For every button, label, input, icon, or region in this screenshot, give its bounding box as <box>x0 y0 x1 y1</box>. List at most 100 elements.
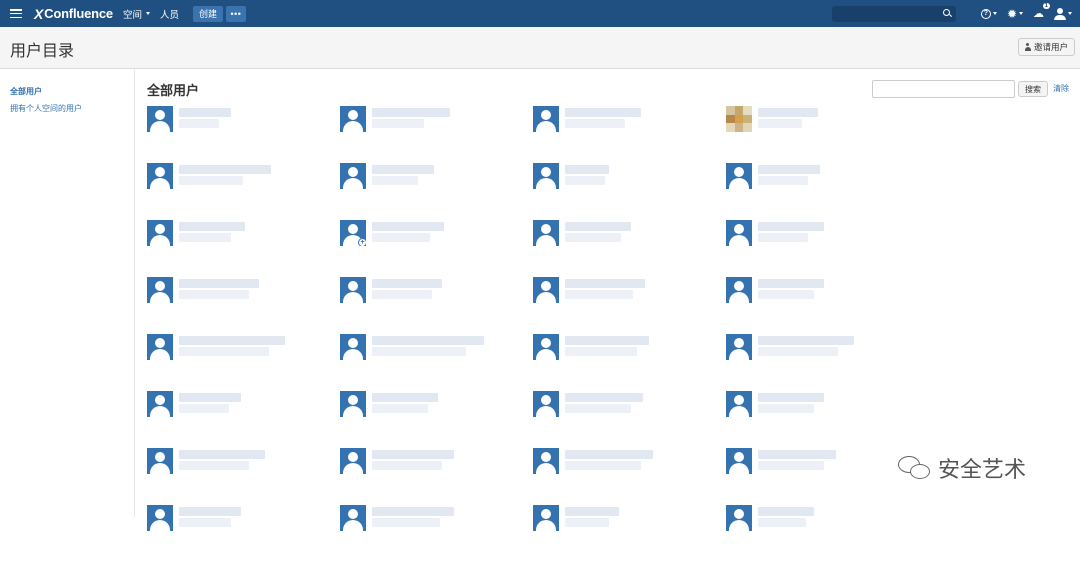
user-name-redacted[interactable] <box>565 165 609 174</box>
help-menu[interactable]: ? <box>980 8 997 19</box>
user-name-redacted[interactable] <box>565 393 643 402</box>
user-name-redacted[interactable] <box>758 507 814 516</box>
avatar[interactable] <box>340 391 366 417</box>
user-card[interactable] <box>340 391 533 448</box>
user-card[interactable] <box>340 448 533 505</box>
avatar[interactable] <box>147 277 173 303</box>
avatar[interactable] <box>147 505 173 531</box>
avatar[interactable] <box>147 448 173 474</box>
user-name-redacted[interactable] <box>179 450 265 459</box>
clear-link[interactable]: 清除 <box>1053 83 1069 94</box>
user-card[interactable] <box>533 106 726 163</box>
user-name-redacted[interactable] <box>372 393 438 402</box>
user-name-redacted[interactable] <box>372 108 450 117</box>
avatar[interactable] <box>147 391 173 417</box>
avatar[interactable] <box>340 163 366 189</box>
confluence-logo[interactable]: X Confluence <box>34 6 113 22</box>
avatar[interactable] <box>726 391 752 417</box>
user-card[interactable] <box>340 505 533 562</box>
sidebar-item-all-users[interactable]: 全部用户 <box>10 83 134 100</box>
user-name-redacted[interactable] <box>179 393 241 402</box>
user-name-redacted[interactable] <box>179 279 259 288</box>
avatar[interactable] <box>533 391 559 417</box>
avatar[interactable] <box>147 106 173 132</box>
user-card[interactable] <box>533 220 726 277</box>
user-name-redacted[interactable] <box>758 222 824 231</box>
invite-user-button[interactable]: 邀请用户 <box>1017 38 1075 56</box>
user-name-redacted[interactable] <box>179 507 241 516</box>
more-button[interactable]: ••• <box>225 5 246 22</box>
user-name-redacted[interactable] <box>372 507 454 516</box>
avatar[interactable] <box>726 505 752 531</box>
user-name-redacted[interactable] <box>372 165 434 174</box>
notifications-button[interactable]: ☁ 1 <box>1033 3 1050 20</box>
user-name-redacted[interactable] <box>758 165 820 174</box>
avatar[interactable] <box>726 163 752 189</box>
user-name-redacted[interactable] <box>565 222 631 231</box>
user-card[interactable] <box>533 391 726 448</box>
user-filter-input[interactable] <box>872 80 1015 98</box>
user-card[interactable] <box>726 448 919 505</box>
user-name-redacted[interactable] <box>565 450 653 459</box>
user-card[interactable] <box>340 106 533 163</box>
search-button[interactable]: 搜索 <box>1018 81 1048 97</box>
avatar[interactable] <box>340 448 366 474</box>
avatar[interactable] <box>533 505 559 531</box>
user-name-redacted[interactable] <box>758 393 824 402</box>
user-card[interactable] <box>147 391 340 448</box>
user-name-redacted[interactable] <box>372 222 444 231</box>
create-button[interactable]: 创建 <box>192 5 223 22</box>
avatar[interactable] <box>726 220 752 246</box>
user-card[interactable] <box>533 334 726 391</box>
user-card[interactable] <box>533 277 726 334</box>
user-card[interactable] <box>533 163 726 220</box>
user-card[interactable] <box>147 277 340 334</box>
user-name-redacted[interactable] <box>179 165 271 174</box>
user-name-redacted[interactable] <box>565 507 619 516</box>
avatar[interactable] <box>533 448 559 474</box>
avatar[interactable] <box>726 448 752 474</box>
avatar[interactable] <box>726 334 752 360</box>
user-card[interactable]: + <box>340 220 533 277</box>
sidebar-item-users-with-space[interactable]: 拥有个人空间的用户 <box>10 100 134 117</box>
user-name-redacted[interactable] <box>758 108 818 117</box>
user-card[interactable] <box>340 163 533 220</box>
avatar[interactable] <box>340 277 366 303</box>
avatar[interactable] <box>147 334 173 360</box>
user-name-redacted[interactable] <box>758 336 854 345</box>
user-card[interactable] <box>726 277 919 334</box>
settings-menu[interactable]: ✹ <box>1007 8 1023 20</box>
avatar[interactable] <box>726 277 752 303</box>
avatar[interactable] <box>533 163 559 189</box>
user-card[interactable] <box>726 163 919 220</box>
user-name-redacted[interactable] <box>758 279 824 288</box>
user-name-redacted[interactable] <box>372 279 442 288</box>
user-name-redacted[interactable] <box>179 222 245 231</box>
user-card[interactable] <box>726 334 919 391</box>
user-card[interactable] <box>533 448 726 505</box>
avatar[interactable] <box>726 106 752 132</box>
avatar[interactable]: + <box>340 220 366 246</box>
user-card[interactable] <box>726 505 919 562</box>
user-card[interactable] <box>340 277 533 334</box>
user-name-redacted[interactable] <box>565 279 645 288</box>
user-card[interactable] <box>726 220 919 277</box>
global-search-input[interactable] <box>832 6 956 22</box>
user-card[interactable] <box>147 106 340 163</box>
user-card[interactable] <box>147 163 340 220</box>
user-name-redacted[interactable] <box>565 108 641 117</box>
user-card[interactable] <box>147 334 340 391</box>
user-name-redacted[interactable] <box>179 108 231 117</box>
user-card[interactable] <box>147 505 340 562</box>
user-name-redacted[interactable] <box>372 450 454 459</box>
user-name-redacted[interactable] <box>372 336 484 345</box>
avatar[interactable] <box>340 334 366 360</box>
nav-spaces[interactable]: 空间 <box>123 7 150 21</box>
user-card[interactable] <box>533 505 726 562</box>
user-card[interactable] <box>340 334 533 391</box>
user-name-redacted[interactable] <box>565 336 649 345</box>
user-card[interactable] <box>147 220 340 277</box>
avatar[interactable] <box>533 334 559 360</box>
avatar[interactable] <box>147 220 173 246</box>
avatar[interactable] <box>533 277 559 303</box>
